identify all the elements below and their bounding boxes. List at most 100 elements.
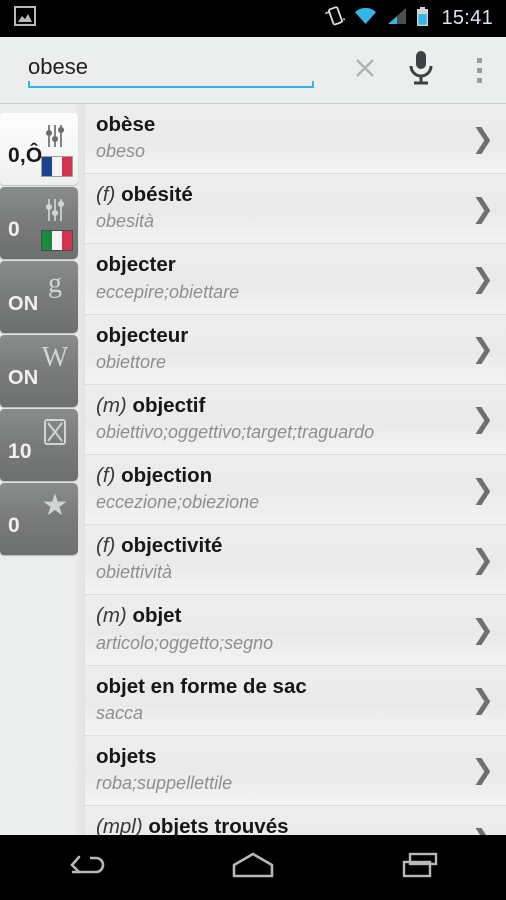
status-bar-icons: 15:41 bbox=[325, 6, 506, 31]
chevron-right-icon: ❯ bbox=[471, 827, 494, 835]
entry-headword: (f) objection bbox=[96, 464, 454, 488]
overflow-dot-icon bbox=[476, 57, 482, 63]
entry-term: objectivité bbox=[121, 534, 223, 558]
wikipedia-icon: W bbox=[38, 341, 72, 375]
tab-wikipedia[interactable]: ON W bbox=[0, 335, 78, 407]
overflow-dot-icon bbox=[476, 67, 482, 73]
chevron-right-icon: ❯ bbox=[471, 403, 494, 435]
entry-term: objet en forme de sac bbox=[96, 674, 307, 698]
list-item[interactable]: (mpl) objets trouvés ❯ bbox=[85, 805, 506, 835]
status-bar-clock: 15:41 bbox=[441, 7, 493, 29]
entry-translation: obiettore bbox=[96, 351, 167, 372]
clear-search-button[interactable] bbox=[342, 47, 388, 93]
status-bar: 15:41 bbox=[0, 0, 506, 37]
entry-gender: (m) bbox=[96, 604, 127, 628]
tab-count: ON bbox=[8, 293, 39, 315]
entry-translation: articolo;oggetto;segno bbox=[96, 632, 274, 653]
entry-headword: (mpl) objets trouvés bbox=[96, 815, 454, 835]
entry-gender: (f) bbox=[96, 183, 116, 207]
entry-translation: roba;suppellettile bbox=[96, 772, 233, 793]
list-item[interactable]: (m) objet articolo;oggetto;segno ❯ bbox=[85, 595, 506, 666]
chevron-right-icon: ❯ bbox=[471, 123, 494, 155]
list-item[interactable]: (f) obésité obesità ❯ bbox=[85, 174, 506, 245]
list-item[interactable]: objets roba;suppellettile ❯ bbox=[85, 735, 506, 806]
overflow-dot-icon bbox=[476, 77, 482, 83]
main-content: 0,Ô 0 ON g ON W 10 0 ★ obèse obeso ❯ (f)… bbox=[0, 104, 506, 835]
entry-translation: obeso bbox=[96, 141, 146, 162]
chevron-right-icon: ❯ bbox=[471, 474, 494, 506]
tab-italian-dictionary[interactable]: 0 bbox=[0, 187, 78, 259]
source-tabs-sidebar: 0,Ô 0 ON g ON W 10 0 ★ bbox=[0, 104, 85, 835]
entry-term: objectif bbox=[132, 393, 206, 417]
list-item[interactable]: objet en forme de sac sacca ❯ bbox=[85, 665, 506, 736]
battery-icon bbox=[416, 6, 429, 31]
entry-term: objection bbox=[121, 463, 213, 487]
entry-translation: obiettivo;oggettivo;target;traguardo bbox=[96, 421, 375, 442]
entry-headword: (m) objet bbox=[96, 604, 454, 628]
entry-headword: objets bbox=[96, 745, 454, 769]
entry-term: objecter bbox=[96, 253, 176, 277]
google-letter: g bbox=[48, 268, 62, 299]
search-bar: obese bbox=[0, 37, 506, 104]
chevron-right-icon: ❯ bbox=[471, 333, 494, 365]
results-list[interactable]: obèse obeso ❯ (f) obésité obesità ❯ obje… bbox=[85, 104, 506, 835]
chevron-right-icon: ❯ bbox=[471, 754, 494, 786]
wikipedia-letter: W bbox=[41, 342, 69, 373]
star-icon: ★ bbox=[41, 489, 69, 522]
list-item[interactable]: (f) objectivité obiettività ❯ bbox=[85, 525, 506, 596]
entry-gender: (f) bbox=[96, 534, 116, 558]
overflow-menu-button[interactable] bbox=[452, 37, 506, 104]
microphone-icon bbox=[406, 49, 436, 92]
wifi-icon bbox=[354, 7, 377, 30]
chevron-right-icon: ❯ bbox=[471, 684, 494, 716]
tab-google[interactable]: ON g bbox=[0, 261, 78, 333]
entry-translation: sacca bbox=[96, 702, 144, 723]
entry-gender: (f) bbox=[96, 463, 116, 487]
tab-french-dictionary[interactable]: 0,Ô bbox=[0, 113, 78, 185]
entry-headword: (m) objectif bbox=[96, 394, 454, 418]
entry-term: obèse bbox=[96, 113, 156, 136]
entry-translation: eccepire;obiettare bbox=[96, 281, 240, 302]
voice-search-button[interactable] bbox=[390, 37, 452, 104]
list-item[interactable]: (m) objectif obiettivo;oggettivo;target;… bbox=[85, 384, 506, 455]
entry-headword: objecter bbox=[96, 253, 454, 277]
flag-france-icon bbox=[41, 156, 73, 177]
entry-headword: (f) objectivité bbox=[96, 534, 454, 558]
chevron-right-icon: ❯ bbox=[471, 263, 494, 295]
search-input[interactable]: obese bbox=[28, 47, 336, 93]
navigation-bar bbox=[0, 835, 506, 900]
entry-term: obésité bbox=[121, 183, 193, 207]
entry-term: objecteur bbox=[96, 323, 189, 347]
chevron-right-icon: ❯ bbox=[471, 193, 494, 225]
entry-translation: obesità bbox=[96, 211, 155, 232]
back-button[interactable] bbox=[29, 835, 139, 900]
list-item[interactable]: obèse obeso ❯ bbox=[85, 104, 506, 175]
entry-headword: (f) obésité bbox=[96, 183, 454, 207]
dictionary-icon bbox=[38, 119, 72, 153]
status-bar-notifications bbox=[0, 6, 325, 31]
recents-button[interactable] bbox=[367, 835, 477, 900]
entry-headword: objet en forme de sac bbox=[96, 675, 454, 699]
list-item[interactable]: objecter eccepire;obiettare ❯ bbox=[85, 244, 506, 315]
home-button[interactable] bbox=[198, 835, 308, 900]
tab-count: 0 bbox=[8, 218, 20, 241]
entry-headword: obèse bbox=[96, 113, 454, 137]
entry-term: objets bbox=[96, 744, 157, 768]
entry-gender: (mpl) bbox=[96, 814, 143, 835]
entry-translation: eccezione;obiezione bbox=[96, 492, 260, 513]
search-underline bbox=[28, 81, 314, 88]
list-item[interactable]: objecteur obiettore ❯ bbox=[85, 314, 506, 385]
recent-apps-icon bbox=[398, 850, 446, 885]
google-icon: g bbox=[38, 267, 72, 301]
phone-screen: 15:41 obese 0,Ô 0 ON g ON W 10 0 ★ obèse… bbox=[0, 0, 506, 900]
entry-term: objet bbox=[132, 604, 182, 628]
entry-gender: (m) bbox=[96, 393, 127, 417]
tab-history[interactable]: 10 bbox=[0, 409, 78, 481]
list-item[interactable]: (f) objection eccezione;obiezione ❯ bbox=[85, 454, 506, 526]
tab-favorites[interactable]: 0 ★ bbox=[0, 483, 78, 555]
entry-translation: obiettività bbox=[96, 562, 173, 583]
image-notification-icon bbox=[14, 6, 36, 31]
hourglass-icon bbox=[38, 415, 72, 449]
entry-headword: objecteur bbox=[96, 324, 454, 348]
entry-term: objets trouvés bbox=[148, 814, 289, 835]
